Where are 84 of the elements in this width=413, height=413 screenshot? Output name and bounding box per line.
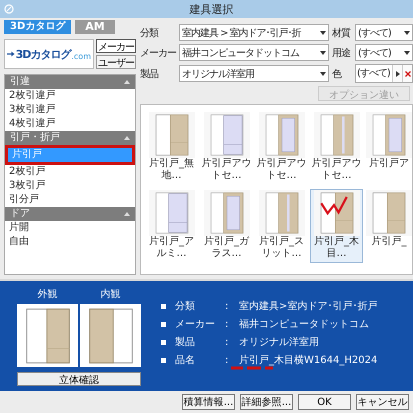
source-button[interactable]: ユーザー — [96, 55, 136, 69]
door-drawing — [24, 308, 70, 364]
product-name: 片引戸アウトセ… — [256, 158, 307, 182]
door-thumbnail — [372, 114, 406, 156]
door-thumbnail — [210, 192, 244, 234]
category-item[interactable]: 3枚引違戸 — [5, 103, 135, 117]
dialog-button[interactable]: OK — [298, 394, 351, 410]
product-name: 片引戸_ — [370, 236, 408, 248]
view-label: 内観 — [100, 288, 120, 301]
3d-view-button[interactable]: 立体確認 — [17, 372, 141, 386]
category-header[interactable]: ドア — [5, 207, 135, 221]
filter-dropdown[interactable]: (すべて) — [355, 24, 413, 41]
bullet-icon — [161, 304, 166, 308]
dialog-button[interactable]: キャンセル — [356, 394, 409, 410]
detail-label: 品名 — [175, 354, 196, 367]
category-item[interactable]: 4枚引違戸 — [5, 117, 135, 131]
app-icon — [4, 4, 14, 14]
door-thumbnail — [320, 192, 354, 234]
category-header[interactable]: 引戸・折戸 — [5, 131, 135, 145]
filter-label: 製品 — [140, 68, 160, 80]
separator: : — [225, 336, 230, 348]
check-mark-icon — [320, 196, 348, 216]
product-name: 片引戸アウトセ… — [311, 158, 362, 182]
caret-icon — [124, 136, 130, 140]
filter-label: 色 — [332, 68, 342, 80]
detail-label: 分類 — [175, 300, 196, 313]
dropdown-arrow-icon — [404, 30, 410, 34]
view-label: 外観 — [38, 288, 58, 301]
product-tile[interactable]: 片引戸_木目… — [310, 189, 363, 263]
category-item[interactable]: 自由 — [5, 235, 135, 249]
door-thumbnail — [210, 114, 244, 156]
door-drawing — [88, 308, 134, 364]
filter-dropdown[interactable]: 室内建具 > 室内ドア･引戸･折 — [179, 24, 329, 41]
source-button[interactable]: メーカー — [96, 39, 136, 53]
door-thumbnail — [154, 192, 188, 234]
filter-dropdown[interactable]: (すべて) — [355, 44, 413, 61]
product-name: 片引戸_無地… — [148, 158, 195, 182]
separator: : — [225, 318, 230, 330]
detail-label: メーカー — [175, 318, 216, 331]
detail-label: 製品 — [175, 336, 196, 349]
door-thumbnail — [264, 192, 298, 234]
dropdown-arrow-icon — [320, 30, 326, 34]
logo-text: 3Dカタログ — [16, 46, 70, 62]
product-name: 片引戸_木目… — [313, 236, 360, 260]
separator: : — [225, 354, 230, 366]
detail-value: オリジナル洋室用 — [239, 336, 319, 349]
bullet-icon — [161, 322, 166, 326]
logo-suffix: .com — [71, 52, 91, 60]
product-name: 片引戸_スリット… — [258, 236, 305, 260]
separator: : — [225, 300, 230, 312]
category-header[interactable]: 引違 — [5, 75, 135, 89]
bullet-icon — [161, 340, 166, 344]
product-name: 片引戸ア — [368, 158, 410, 170]
dialog-button[interactable]: 詳細参照... — [240, 394, 293, 410]
detail-value: 福井コンピュータドットコム — [239, 318, 369, 331]
category-item[interactable]: 片開 — [5, 221, 135, 235]
dropdown-arrow-icon — [320, 72, 326, 76]
bullet-icon — [161, 358, 166, 362]
dialog-button[interactable]: 積算情報... — [182, 394, 235, 410]
category-item[interactable]: 引分戸 — [5, 193, 135, 207]
window-title: 建具選択 — [188, 2, 234, 16]
filter-label: 材質 — [332, 26, 352, 40]
dropdown-arrow-icon — [320, 50, 326, 54]
product-name: 片引戸アウトセ… — [201, 158, 252, 182]
detail-value: 片引戸_木目横W1644_H2024 — [239, 354, 378, 367]
door-thumbnail — [154, 114, 188, 156]
filter-dropdown[interactable]: オリジナル洋室用 — [179, 65, 329, 82]
category-item[interactable]: 3枚引戸 — [5, 179, 135, 193]
door-thumbnail — [372, 192, 406, 234]
dropdown-arrow-icon — [404, 50, 410, 54]
category-item[interactable]: 2枚引戸 — [5, 165, 135, 179]
door-thumbnail — [264, 114, 298, 156]
caret-icon — [124, 212, 130, 216]
detail-value: 室内建具>室内ドア･引戸･折戸 — [239, 300, 378, 313]
filter-label: 用途 — [332, 46, 352, 60]
filter-label: 分類 — [140, 26, 160, 40]
product-name: 片引戸_アルミ… — [148, 236, 195, 260]
product-name: 片引戸_ガラス… — [203, 236, 250, 260]
category-item[interactable]: 2枚引違戸 — [5, 89, 135, 103]
arrow-icon — [7, 49, 15, 59]
filter-label: メーカー — [140, 46, 176, 60]
door-thumbnail — [320, 114, 354, 156]
caret-icon — [124, 80, 130, 84]
filter-dropdown[interactable]: 福井コンピュータドットコム — [179, 44, 329, 61]
